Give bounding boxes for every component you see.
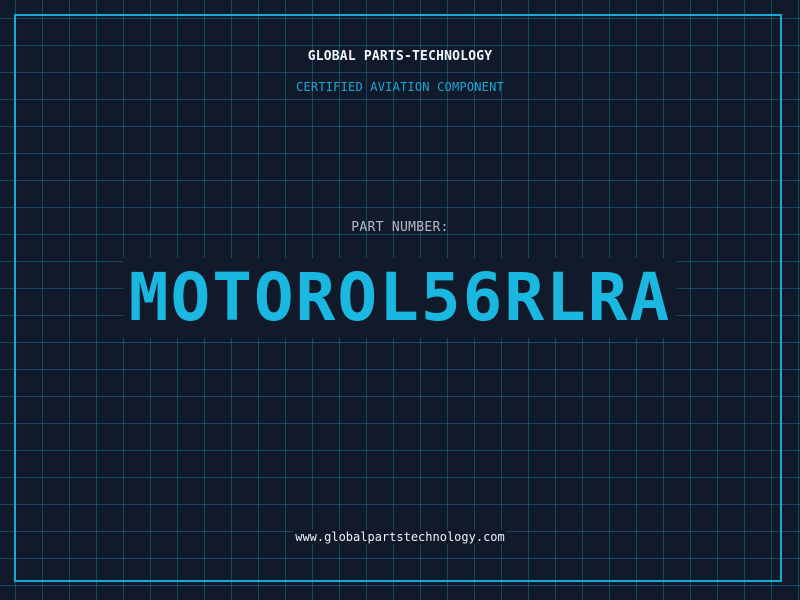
part-number-value: MOTOROL56RLRA — [122, 258, 678, 338]
certification-subtitle: CERTIFIED AVIATION COMPONENT — [296, 80, 504, 94]
company-name: GLOBAL PARTS-TECHNOLOGY — [307, 49, 493, 64]
part-number-label: PART NUMBER: — [351, 220, 449, 235]
part-number-container: MOTOROL56RLRA — [0, 258, 800, 338]
website-footer: www.globalpartstechnology.com — [0, 530, 800, 544]
part-label-card: GLOBAL PARTS-TECHNOLOGY CERTIFIED AVIATI… — [0, 0, 800, 600]
website-url[interactable]: www.globalpartstechnology.com — [293, 530, 507, 544]
